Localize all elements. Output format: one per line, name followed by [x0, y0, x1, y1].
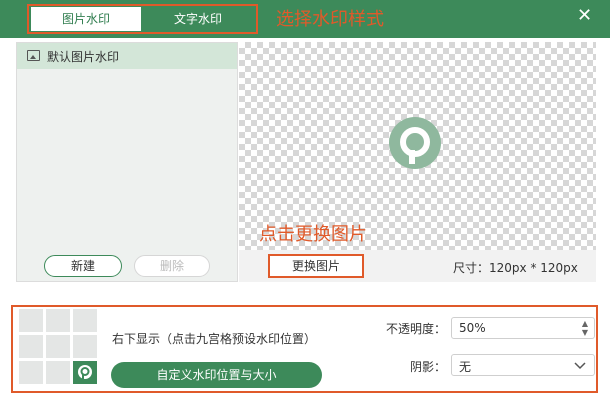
chevron-down-icon	[574, 362, 586, 370]
spinner-arrows-icon[interactable]: ▲ ▼	[582, 319, 588, 337]
image-icon	[27, 50, 40, 61]
wps-logo-icon	[389, 117, 441, 169]
list-item-label: 默认图片水印	[47, 50, 120, 64]
opacity-label: 不透明度：	[386, 322, 447, 336]
grid-cell-middle-right[interactable]	[73, 335, 97, 358]
grid-cell-top-left[interactable]	[19, 309, 43, 332]
shadow-value: 无	[459, 360, 472, 374]
grid-cell-center[interactable]	[46, 335, 70, 358]
size-label: 尺寸：120px * 120px	[453, 261, 578, 275]
tabs-highlight-box	[27, 4, 258, 34]
list-item-default-image-watermark[interactable]: 默认图片水印	[17, 43, 237, 69]
grid-cell-top-right[interactable]	[73, 309, 97, 332]
custom-position-button[interactable]: 自定义水印位置与大小	[111, 362, 322, 388]
watermark-list-panel: 默认图片水印	[16, 42, 238, 282]
opacity-value: 50%	[459, 321, 486, 335]
annotation-select-style: 选择水印样式	[276, 9, 384, 30]
position-grid	[19, 309, 97, 385]
grid-cell-bottom-center[interactable]	[46, 361, 70, 384]
position-description: 右下显示（点击九宫格预设水印位置）	[112, 332, 317, 346]
wps-logo-icon	[73, 361, 97, 384]
new-button[interactable]: 新建	[44, 255, 122, 277]
grid-cell-middle-left[interactable]	[19, 335, 43, 358]
opacity-stepper[interactable]: 50% ▲ ▼	[451, 317, 595, 339]
grid-cell-top-center[interactable]	[46, 309, 70, 332]
delete-button[interactable]: 删除	[134, 255, 210, 277]
annotation-click-change: 点击更换图片	[259, 224, 367, 245]
shadow-label: 阴影：	[410, 360, 447, 374]
change-image-button[interactable]: 更换图片	[268, 254, 364, 278]
grid-cell-bottom-left[interactable]	[19, 361, 43, 384]
shadow-select[interactable]: 无	[451, 354, 595, 376]
grid-cell-bottom-right[interactable]	[73, 361, 97, 384]
close-icon[interactable]: ✕	[577, 6, 592, 26]
